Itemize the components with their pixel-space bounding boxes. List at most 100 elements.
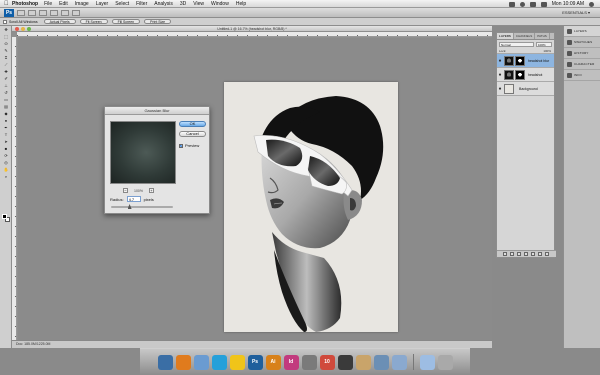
blur-tool-icon[interactable]: ◆ xyxy=(2,111,10,116)
safari-icon[interactable] xyxy=(193,354,209,370)
close-window-button[interactable] xyxy=(15,27,19,31)
3d-orbit-tool-icon[interactable]: ◎ xyxy=(2,160,10,165)
apple-icon[interactable]:  xyxy=(4,1,12,7)
menu-layer[interactable]: Layer xyxy=(96,1,109,7)
eraser-tool-icon[interactable]: ▭ xyxy=(2,97,10,102)
horizontal-ruler[interactable] xyxy=(17,32,492,37)
panel-button-info[interactable]: INFO xyxy=(564,70,600,81)
gradient-tool-icon[interactable]: ▤ xyxy=(2,104,10,109)
lasso-tool-icon[interactable]: ʘ xyxy=(2,41,10,46)
move-tool-icon[interactable]: ✥ xyxy=(2,27,10,32)
trash-icon[interactable] xyxy=(437,354,453,370)
eyedropper-tool-icon[interactable]: ⟋ xyxy=(2,62,10,67)
menu-help[interactable]: Help xyxy=(236,1,246,7)
crop-tool-icon[interactable]: ⌗ xyxy=(2,55,10,60)
history-brush-tool-icon[interactable]: ↺ xyxy=(2,90,10,95)
add-mask-icon[interactable] xyxy=(517,252,521,256)
panel-button-history[interactable]: HISTORY xyxy=(564,48,600,59)
minimize-window-button[interactable] xyxy=(21,27,25,31)
opacity-field[interactable]: 100% xyxy=(536,41,552,47)
sketch-icon[interactable] xyxy=(229,354,245,370)
menu-edit[interactable]: Edit xyxy=(59,1,68,7)
tab-channels[interactable]: CHANNELS xyxy=(514,33,536,39)
artboard[interactable] xyxy=(224,82,398,332)
menu-image[interactable]: Image xyxy=(75,1,89,7)
panel-button-layers[interactable]: LAYERS xyxy=(564,26,600,37)
print-size-button[interactable]: Print Size xyxy=(144,19,172,24)
radius-input[interactable] xyxy=(126,196,141,202)
volume-icon[interactable] xyxy=(529,1,536,7)
layer-mask-thumbnail[interactable] xyxy=(515,69,525,80)
actual-pixels-button[interactable]: Actual Pixels xyxy=(43,19,76,24)
arrange-documents-button[interactable] xyxy=(61,9,69,16)
brush-tool-icon[interactable]: ✐ xyxy=(2,76,10,81)
preview-checkbox-row[interactable]: ✓ Preview xyxy=(179,143,199,148)
downloads-folder-icon[interactable] xyxy=(419,354,435,370)
bluetooth-icon[interactable] xyxy=(508,1,515,7)
menu-3d[interactable]: 3D xyxy=(180,1,186,7)
marquee-tool-icon[interactable]: ⬚ xyxy=(2,34,10,39)
adjustment-layer-icon[interactable] xyxy=(524,252,528,256)
hand-tool-button[interactable] xyxy=(50,9,58,16)
zoom-in-button[interactable]: + xyxy=(148,188,154,193)
quick-select-tool-icon[interactable]: ✎ xyxy=(2,48,10,53)
zoom-level-button[interactable] xyxy=(39,9,47,16)
ok-button[interactable]: OK xyxy=(179,121,206,127)
visibility-eye-icon[interactable]: ● xyxy=(497,58,503,64)
type-tool-icon[interactable]: T xyxy=(2,132,10,137)
fill-field[interactable]: 100% xyxy=(543,48,551,54)
blend-mode-select[interactable]: Normal xyxy=(499,41,534,47)
preview-icon[interactable] xyxy=(355,354,371,370)
firefox-icon[interactable] xyxy=(175,354,191,370)
menu-view[interactable]: View xyxy=(193,1,204,7)
3d-rotate-tool-icon[interactable]: ⟳ xyxy=(2,153,10,158)
wifi-icon[interactable] xyxy=(519,1,525,7)
radius-slider[interactable] xyxy=(111,204,173,209)
link-layers-icon[interactable] xyxy=(503,252,507,256)
illustrator-icon[interactable]: Ai xyxy=(265,354,281,370)
menu-clock[interactable]: Mon 10:09 AM xyxy=(552,1,584,7)
healing-tool-icon[interactable]: ✚ xyxy=(2,69,10,74)
panel-button-swatches[interactable]: SWATCHES xyxy=(564,37,600,48)
foreground-color-swatch[interactable] xyxy=(2,214,7,219)
zoom-out-button[interactable]: − xyxy=(123,188,128,193)
menu-filter[interactable]: Filter xyxy=(136,1,147,7)
trash-icon[interactable] xyxy=(545,252,549,256)
screen-mode-button[interactable] xyxy=(72,9,80,16)
menu-app-name[interactable]: Photoshop xyxy=(12,1,38,7)
path-select-tool-icon[interactable]: ➤ xyxy=(2,139,10,144)
vertical-ruler[interactable] xyxy=(12,37,17,340)
launch-bridge-button[interactable] xyxy=(17,9,25,16)
blur-preview-pane[interactable] xyxy=(110,121,176,184)
cancel-button[interactable]: Cancel xyxy=(179,131,206,137)
radius-slider-thumb[interactable] xyxy=(127,204,132,209)
view-extras-button[interactable] xyxy=(28,9,36,16)
preview-checkbox[interactable]: ✓ xyxy=(179,143,183,148)
scroll-all-checkbox[interactable] xyxy=(3,19,7,24)
shape-tool-icon[interactable]: ■ xyxy=(2,146,10,151)
panel-button-character[interactable]: CHARACTER xyxy=(564,59,600,70)
fit-screen-button[interactable]: Fit Screen xyxy=(79,19,108,24)
menu-file[interactable]: File xyxy=(44,1,52,7)
layer-row-background[interactable]: ● Background xyxy=(497,82,554,96)
terminal-icon[interactable] xyxy=(337,354,353,370)
finder-icon[interactable] xyxy=(157,354,173,370)
dodge-tool-icon[interactable]: ● xyxy=(2,118,10,123)
spotlight-icon[interactable] xyxy=(589,1,594,7)
layer-mask-thumbnail[interactable] xyxy=(515,55,525,66)
layer-row-headshot-blur[interactable]: ● headshot blur xyxy=(497,54,554,68)
system-prefs-icon[interactable] xyxy=(301,354,317,370)
skype-icon[interactable] xyxy=(211,354,227,370)
menu-select[interactable]: Select xyxy=(115,1,129,7)
menu-analysis[interactable]: Analysis xyxy=(154,1,173,7)
pen-tool-icon[interactable]: ✒ xyxy=(2,125,10,130)
menu-window[interactable]: Window xyxy=(211,1,229,7)
zoom-window-button[interactable] xyxy=(27,27,31,31)
indesign-icon[interactable]: Id xyxy=(283,354,299,370)
clone-stamp-tool-icon[interactable]: ⊥ xyxy=(2,83,10,88)
layer-row-headshot[interactable]: ● headshot xyxy=(497,68,554,82)
new-group-icon[interactable] xyxy=(531,252,535,256)
layer-style-icon[interactable] xyxy=(510,252,514,256)
tab-paths[interactable]: PATHS xyxy=(535,33,550,39)
documents-folder-icon[interactable] xyxy=(391,354,407,370)
